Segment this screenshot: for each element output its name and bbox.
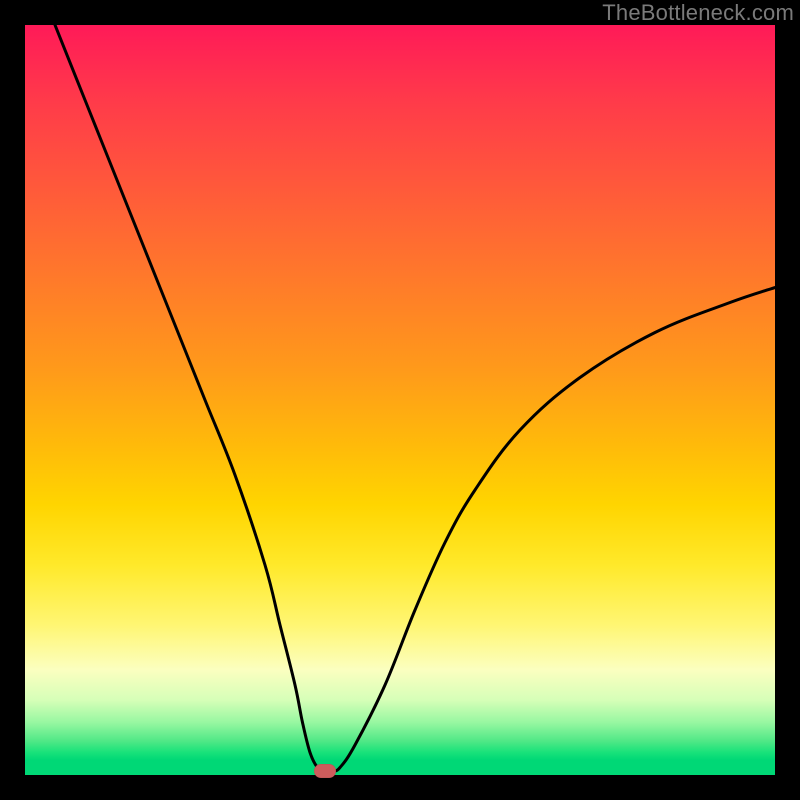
chart-frame: TheBottleneck.com [0,0,800,800]
plot-area [25,25,775,775]
bottleneck-curve [25,25,775,775]
optimal-marker [314,764,336,778]
watermark-label: TheBottleneck.com [602,0,794,26]
